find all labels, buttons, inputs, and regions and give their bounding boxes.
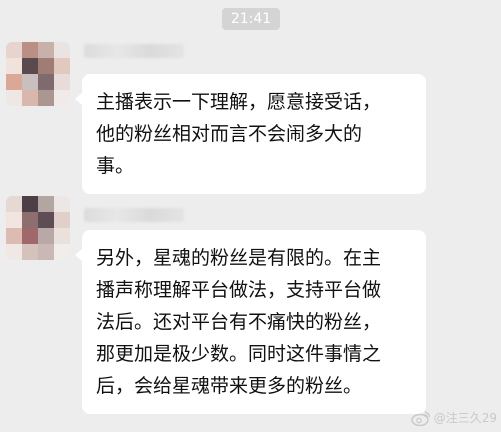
- message-line: 他的粉丝相对而言不会闹多大的: [96, 123, 363, 145]
- message-line: 另外，星魂的粉丝是有限的。在主: [96, 247, 382, 269]
- message-line: 那更加是极少数。同时这件事情之: [96, 343, 382, 365]
- message-bubble[interactable]: 另外，星魂的粉丝是有限的。在主 播声称理解平台做法，支持平台做 法后。还对平台有…: [75, 230, 426, 414]
- sender-name-blurred: [84, 208, 184, 222]
- message-timestamp: 21:41: [222, 8, 280, 30]
- avatar[interactable]: [6, 42, 70, 106]
- sender-name-blurred: [84, 44, 184, 58]
- watermark-text: @注三久29: [433, 411, 497, 425]
- message-line: 主播表示一下理解，愿意接受话，: [96, 91, 382, 113]
- message-bubble[interactable]: 主播表示一下理解，愿意接受话， 他的粉丝相对而言不会闹多大的 事。: [75, 74, 426, 194]
- message-line: 事。: [96, 155, 135, 177]
- message-line: 播声称理解平台做法，支持平台做: [96, 279, 382, 301]
- weibo-icon: [411, 410, 431, 426]
- weibo-watermark: @注三久29: [411, 409, 497, 426]
- message-line: 法后。还对平台有不痛快的粉丝，: [96, 311, 382, 333]
- message-line: 后，会给星魂带来更多的粉丝。: [96, 375, 363, 397]
- avatar[interactable]: [6, 196, 70, 260]
